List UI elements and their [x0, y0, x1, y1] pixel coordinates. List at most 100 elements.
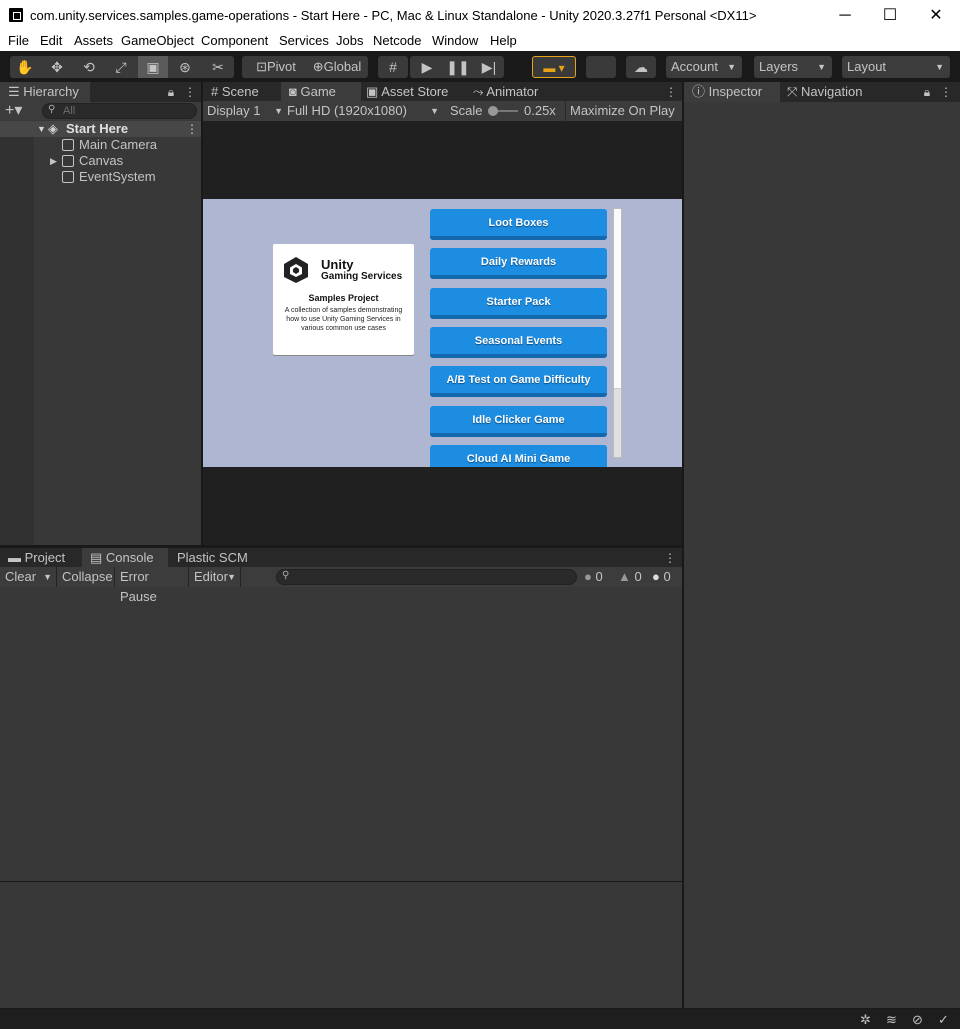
tab-project[interactable]: ▬ Project — [0, 548, 80, 568]
kebab-menu-icon[interactable]: ⋮ — [664, 548, 676, 568]
gaming-services-text: Gaming Services — [321, 271, 403, 282]
hierarchy-search-input[interactable]: ⚲ All — [42, 103, 197, 119]
global-toggle[interactable]: ⊕Global — [308, 56, 366, 78]
progress-check-icon[interactable]: ✓ — [938, 1012, 949, 1028]
error-icon: ● — [652, 569, 660, 584]
warning-counter[interactable]: ▲ 0 — [618, 567, 642, 587]
move-tool-icon[interactable]: ✥ — [42, 56, 72, 78]
menu-file[interactable]: File — [8, 33, 29, 48]
chevron-down-icon[interactable]: ▼ — [37, 121, 46, 137]
debug-icon[interactable]: ✲ — [860, 1012, 871, 1028]
tab-plastic-scm[interactable]: Plastic SCM — [169, 548, 259, 568]
hand-tool-icon[interactable]: ✋ — [10, 56, 40, 78]
chevron-right-icon[interactable]: ▶ — [50, 153, 57, 169]
transform-tool-icon[interactable]: ⊛ — [170, 56, 200, 78]
menu-gameobject[interactable]: GameObject — [121, 33, 194, 48]
game-viewport[interactable]: Unity Gaming Services Samples Project A … — [203, 199, 682, 467]
error-count: 0 — [663, 569, 671, 584]
rect-tool-icon[interactable]: ▣ — [138, 56, 168, 78]
play-icon[interactable]: ▶ — [412, 56, 442, 78]
add-icon[interactable]: +▾ — [5, 102, 35, 120]
maximize-on-play-toggle[interactable]: Maximize On Play — [565, 101, 679, 121]
tab-console[interactable]: ▤ Console — [82, 548, 168, 568]
tab-scene-label: Scene — [221, 84, 259, 99]
menu-component[interactable]: Component — [201, 33, 268, 48]
cloud-button[interactable]: ☁ — [626, 56, 656, 78]
kebab-menu-icon[interactable]: ⋮ — [186, 121, 198, 137]
main-toolbar: ✋ ✥ ⟲ ⤢ ▣ ⊛ ✂ ⊡Pivot ⊕Global # ▶ ❚❚ ▶| ▬… — [0, 51, 960, 81]
ab-test-button[interactable]: A/B Test on Game Difficulty — [430, 366, 607, 397]
clear-dropdown[interactable]: Clear ▼ — [0, 567, 57, 587]
menu-services[interactable]: Services — [279, 33, 329, 48]
pivot-label: Pivot — [267, 59, 296, 74]
kebab-menu-icon[interactable]: ⋮ — [940, 82, 952, 102]
console-search-input[interactable]: ⚲ — [276, 569, 577, 585]
tab-scene[interactable]: # Scene — [203, 82, 283, 102]
menu-assets[interactable]: Assets — [74, 33, 113, 48]
loot-boxes-button[interactable]: Loot Boxes — [430, 209, 607, 240]
collapse-toggle[interactable]: Collapse — [57, 567, 115, 587]
scale-tool-icon[interactable]: ⤢ — [106, 56, 136, 78]
account-dropdown[interactable]: Account ▼ — [666, 56, 742, 78]
hierarchy-item-main-camera[interactable]: Main Camera — [0, 137, 201, 153]
error-pause-toggle[interactable]: Error Pause — [115, 567, 189, 604]
pivot-toggle[interactable]: ⊡Pivot — [246, 56, 306, 78]
close-button[interactable]: ✕ — [913, 0, 959, 31]
menu-help[interactable]: Help — [490, 33, 517, 48]
layers-dropdown[interactable]: Layers ▼ — [754, 56, 832, 78]
console-icon: ▤ — [90, 550, 103, 565]
tab-animator[interactable]: ⤳ Animator — [465, 82, 565, 102]
menu-netcode[interactable]: Netcode — [373, 33, 421, 48]
rotate-tool-icon[interactable]: ⟲ — [74, 56, 104, 78]
daily-rewards-button[interactable]: Daily Rewards — [430, 248, 607, 279]
minimize-button[interactable]: ─ — [822, 0, 868, 31]
layout-dropdown[interactable]: Layout ▼ — [842, 56, 950, 78]
log-counter[interactable]: ● 0 — [584, 567, 603, 587]
auto-generate-lighting-icon[interactable]: ⊘ — [912, 1012, 923, 1028]
grid-snap-button[interactable]: # — [378, 56, 408, 78]
kebab-menu-icon[interactable]: ⋮ — [665, 82, 677, 102]
store-icon: ▣ — [366, 84, 379, 99]
unity-brand-text: Unity — [321, 257, 354, 272]
layout-label: Layout — [847, 59, 887, 74]
hierarchy-item-label: Main Camera — [79, 137, 158, 152]
maximize-button[interactable]: ☐ — [867, 0, 913, 31]
menu-jobs[interactable]: Jobs — [336, 33, 363, 48]
seasonal-events-button[interactable]: Seasonal Events — [430, 327, 607, 358]
search-icon: ⚲ — [48, 104, 56, 115]
console-panel — [0, 548, 682, 1008]
hierarchy-item-canvas[interactable]: ▶ Canvas — [0, 153, 201, 169]
lock-icon[interactable]: 🔒︎ — [922, 82, 932, 102]
starter-pack-button[interactable]: Starter Pack — [430, 288, 607, 319]
console-split-divider[interactable] — [0, 881, 682, 882]
resolution-dropdown[interactable]: Full HD (1920x1080) ▼ — [287, 101, 441, 121]
hierarchy-scene-row[interactable]: ▼ ◈ Start Here ⋮ — [0, 121, 201, 137]
layers-label: Layers — [759, 59, 799, 74]
tab-inspector[interactable]: ⓘ Inspector — [684, 82, 780, 102]
cloud-ai-mini-game-button[interactable]: Cloud AI Mini Game — [430, 445, 607, 467]
tab-hierarchy[interactable]: ☰ Hierarchy — [0, 82, 90, 102]
lock-icon[interactable]: 🔒︎ — [166, 82, 176, 102]
info-icon: ● — [584, 569, 592, 584]
blank-toolbar-button[interactable] — [586, 56, 616, 78]
tab-navigation[interactable]: ⤧ Navigation — [779, 82, 889, 102]
cache-server-icon[interactable]: ≋ — [886, 1012, 897, 1028]
menu-window[interactable]: Window — [432, 33, 478, 48]
collab-button[interactable]: ▬ ▾ — [532, 56, 576, 78]
kebab-menu-icon[interactable]: ⋮ — [184, 82, 196, 102]
scrollbar-thumb[interactable] — [614, 209, 621, 389]
inspector-tabbar: ⓘ Inspector ⤧ Navigation 🔒︎ ⋮ — [684, 82, 960, 102]
tab-game[interactable]: ◙ Game — [281, 82, 361, 102]
idle-clicker-button[interactable]: Idle Clicker Game — [430, 406, 607, 437]
game-list-scrollbar[interactable] — [613, 208, 622, 458]
editor-dropdown[interactable]: Editor ▼ — [189, 567, 241, 587]
step-icon[interactable]: ▶| — [474, 56, 504, 78]
hierarchy-item-eventsystem[interactable]: EventSystem — [0, 169, 201, 185]
error-counter[interactable]: ● 0 — [652, 567, 671, 587]
pause-icon[interactable]: ❚❚ — [443, 56, 473, 78]
custom-tool-icon[interactable]: ✂ — [202, 56, 234, 78]
menu-edit[interactable]: Edit — [40, 33, 62, 48]
display-dropdown[interactable]: Display 1 ▼ — [207, 101, 285, 121]
tab-asset-store[interactable]: ▣ Asset Store — [358, 82, 468, 102]
scale-slider-handle[interactable] — [488, 106, 498, 116]
